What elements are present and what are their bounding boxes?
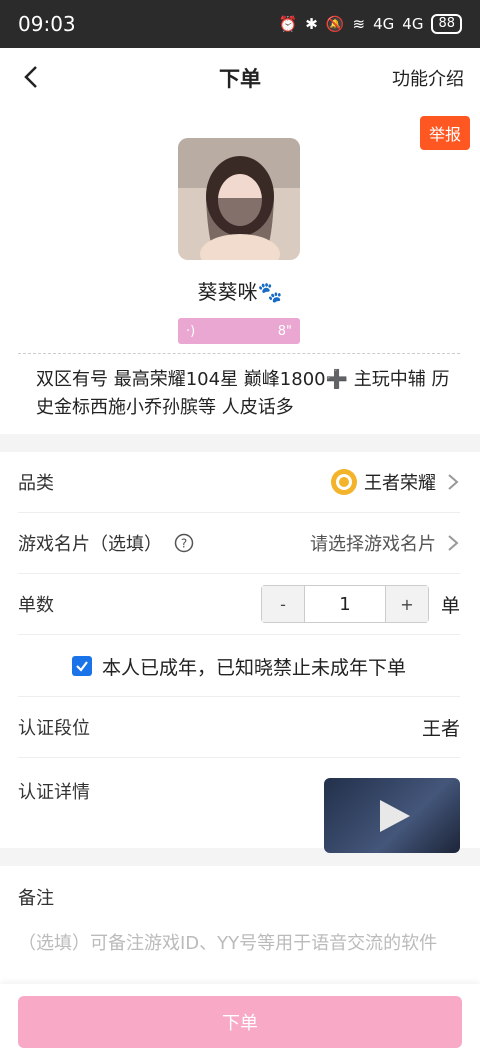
bluetooth-icon: ✱	[305, 15, 318, 33]
status-bar: 09:03 ⏰ ✱ 🔕 ≋ 4G 4G 88	[0, 0, 480, 48]
notes-title: 备注	[18, 888, 54, 909]
game-card-label-text: 游戏名片（选填）	[18, 534, 162, 555]
alarm-icon: ⏰	[278, 15, 298, 33]
signal-4g-1: 4G	[373, 15, 395, 33]
chevron-right-icon	[448, 535, 459, 551]
game-card-row[interactable]: 游戏名片（选填） ? 请选择游戏名片	[18, 513, 460, 574]
profile-card: 举报 葵葵咪🐾 ·) 8" 双区有号 最高荣耀104星 巅峰1800➕ 主玩中辅…	[0, 108, 480, 434]
quantity-unit: 单	[440, 594, 460, 617]
category-label: 品类	[18, 473, 54, 494]
rank-value: 王者	[421, 717, 460, 740]
submit-order-button[interactable]: 下单	[18, 996, 462, 1048]
status-time: 09:03	[18, 12, 76, 36]
adult-confirm-row[interactable]: 本人已成年，已知晓禁止未成年下单	[18, 636, 460, 697]
adult-checkbox[interactable]	[71, 656, 92, 676]
check-icon	[76, 661, 88, 672]
detail-row: 认证详情	[18, 758, 460, 853]
minus-button[interactable]: -	[261, 586, 304, 622]
quantity-stepper: - 1 +	[260, 585, 429, 623]
status-icons: ⏰ ✱ 🔕 ≋ 4G 4G 88	[279, 14, 462, 34]
game-card-label: 游戏名片（选填） ?	[18, 530, 310, 556]
report-button[interactable]: 举报	[419, 116, 470, 150]
rank-label: 认证段位	[18, 718, 90, 739]
nickname: 葵葵咪🐾	[197, 280, 283, 304]
sound-wave-icon: ·)	[186, 323, 196, 339]
avatar[interactable]	[178, 138, 300, 260]
bottom-bar: 下单	[0, 984, 480, 1058]
category-value: 王者荣耀	[330, 468, 436, 496]
signal-4g-2: 4G	[402, 15, 424, 33]
voice-intro-player[interactable]: ·) 8"	[178, 318, 300, 344]
wifi-icon: ≋	[352, 15, 366, 33]
game-card-placeholder: 请选择游戏名片	[310, 534, 436, 555]
divider	[18, 353, 460, 354]
plus-button[interactable]: +	[385, 586, 428, 622]
profile-intro: 双区有号 最高荣耀104星 巅峰1800➕ 主玩中辅 历史金标西施小乔孙膑等 人…	[36, 369, 450, 418]
help-icon[interactable]: ?	[174, 533, 194, 553]
category-text: 王者荣耀	[364, 473, 436, 494]
play-icon	[380, 800, 410, 832]
battery-icon: 88	[431, 14, 462, 34]
notes-input[interactable]: （选填）可备注游戏ID、YY号等用于语音交流的软件	[18, 928, 458, 960]
rank-row: 认证段位 王者	[18, 697, 460, 758]
nav-bar: 下单 功能介绍	[0, 48, 480, 108]
quantity-label: 单数	[18, 595, 54, 616]
feature-intro-link[interactable]: 功能介绍	[392, 65, 464, 91]
svg-text:?: ?	[181, 537, 187, 551]
honor-of-kings-icon	[331, 469, 357, 495]
chevron-right-icon	[448, 474, 459, 490]
quantity-row: 单数 - 1 + 单	[18, 574, 460, 635]
certification-video[interactable]	[324, 778, 460, 853]
adult-confirm-text: 本人已成年，已知晓禁止未成年下单	[101, 656, 406, 679]
voice-duration: 8"	[277, 323, 292, 339]
detail-label: 认证详情	[18, 782, 90, 803]
mute-icon: 🔕	[325, 15, 345, 33]
back-arrow-icon[interactable]	[16, 62, 46, 92]
category-row[interactable]: 品类 王者荣耀	[18, 452, 460, 513]
page-title: 下单	[219, 67, 261, 91]
order-form: 品类 王者荣耀 游戏名片（选填） ? 请选择游戏名片 单数 - 1 + 单 本人…	[0, 452, 480, 853]
quantity-input[interactable]: 1	[303, 586, 386, 622]
